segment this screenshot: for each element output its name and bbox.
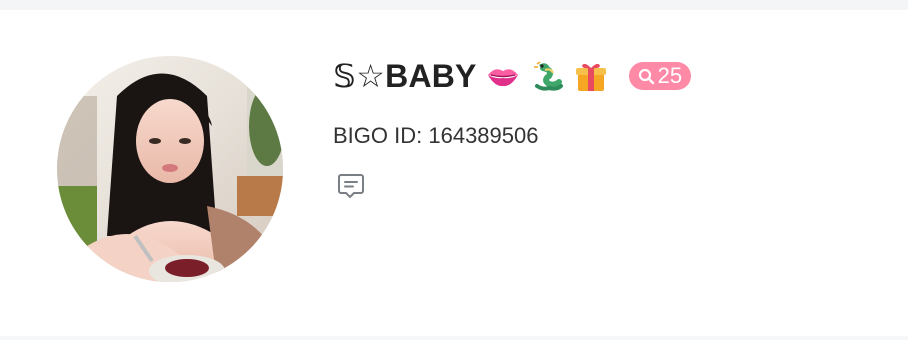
gift-icon bbox=[573, 58, 609, 94]
profile-name-row: 𝕊☆BABY 25 bbox=[333, 56, 692, 96]
avatar[interactable] bbox=[57, 56, 283, 282]
bigo-id-label: BIGO ID: bbox=[333, 123, 429, 148]
bigo-id-value: 164389506 bbox=[428, 123, 539, 148]
search-icon bbox=[637, 67, 655, 85]
message-button[interactable] bbox=[336, 171, 366, 201]
kiss-mark-icon bbox=[485, 58, 521, 94]
dragon-icon bbox=[529, 58, 565, 94]
bigo-id: BIGO ID: 164389506 bbox=[333, 123, 538, 149]
level-value: 25 bbox=[657, 63, 683, 88]
profile-name: 𝕊☆BABY bbox=[333, 58, 477, 94]
message-icon bbox=[336, 171, 366, 201]
top-strip bbox=[0, 0, 908, 10]
level-badge: 25 bbox=[628, 62, 692, 90]
